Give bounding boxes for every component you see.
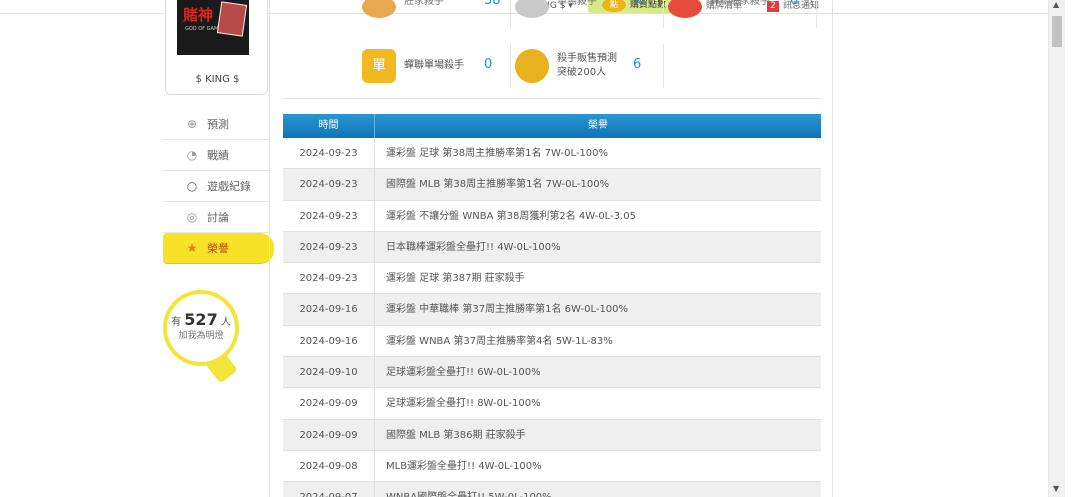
row-date: 2024-09-23 [283, 169, 375, 200]
row-date: 2024-09-23 [283, 263, 375, 294]
fans-suffix: 人 [220, 317, 231, 328]
award-grid: 莊家殺手 38 單場殺手 0 蟬聯莊家殺手 0 單 蟬聯單場殺手 0 殺手販售預… [358, 0, 818, 98]
award-streak-single-killer: 單 蟬聯單場殺手 0 [358, 44, 511, 88]
follow-bulb[interactable]: 有 527 人 加我為明燈 [163, 290, 239, 386]
sidebar-item-label: 預測 [207, 118, 229, 131]
award-label: 殺手販售預測 突破200人 [557, 53, 617, 78]
scroll-down-icon[interactable]: ▼ [1053, 484, 1059, 493]
crosshair-icon: ⊕ [186, 117, 198, 131]
sidebar-item-predict[interactable]: ⊕ 預測 [163, 109, 270, 140]
award-badge-icon [362, 0, 396, 18]
table-row: 2024-09-23 運彩盤 不讓分盤 WNBA 第38周獲利第2名 4W-0L-… [283, 200, 821, 232]
scrollbar-thumb[interactable] [1052, 16, 1062, 47]
table-row: 2024-09-23 運彩盤 足球 第387期 莊家殺手 [283, 263, 821, 295]
award-divider [283, 98, 821, 99]
table-row: 2024-09-23 日本職棒運彩盤全壘打!! 4W-0L-100% [283, 231, 821, 264]
sidebar-item-honor[interactable]: ★ 榮譽 [163, 233, 274, 264]
fans-count: 527 [184, 310, 218, 329]
award-label: 蟬聯莊家殺手 [710, 0, 770, 7]
table-row: 2024-09-09 國際盤 MLB 第386期 莊家殺手 [283, 419, 821, 451]
award-streak-banker-killer: 蟬聯莊家殺手 0 [664, 0, 817, 28]
row-date: 2024-09-10 [283, 357, 375, 388]
table-row: 2024-09-08 MLB運彩盤全壘打!! 4W-0L-100% [283, 450, 821, 483]
row-date: 2024-09-23 [283, 138, 375, 169]
chat-icon: ◔ [186, 148, 198, 162]
table-row: 2024-09-16 運彩盤 中華職棒 第37周主推勝率第1名 6W-0L-100… [283, 294, 821, 326]
award-badge-icon: 單 [362, 49, 396, 83]
award-banker-killer: 莊家殺手 38 [358, 0, 511, 28]
row-honor: 運彩盤 不讓分盤 WNBA 第38周獲利第2名 4W-0L-3.05 [386, 210, 636, 222]
award-value: 6 [633, 57, 642, 72]
award-badge-icon [515, 49, 549, 83]
sidebar-item-label: 討論 [207, 211, 229, 224]
award-label: 莊家殺手 [404, 0, 444, 7]
award-sales-killer: 殺手販售預測 突破200人 6 [511, 44, 664, 88]
avatar-title: 賭神 [183, 6, 214, 24]
award-label: 單場殺手 [557, 0, 597, 7]
table-row: 2024-09-07 WNBA國際盤全壘打!! 5W-0L-100% [283, 482, 821, 497]
award-badge-icon [668, 0, 702, 18]
sidebar: 賭神 GOD OF GAMBLERS $ KING $ ⊕ 預測 ◔ 戰績 ○ … [163, 0, 274, 497]
sidebar-item-label: 戰績 [207, 149, 229, 162]
award-badge-icon [515, 0, 549, 18]
row-honor: 足球運彩盤全壘打!! 8W-0L-100% [386, 398, 541, 410]
row-honor: 足球運彩盤全壘打!! 6W-0L-100% [386, 367, 541, 379]
sidebar-nav: ⊕ 預測 ◔ 戰績 ○ 遊戲紀錄 ◎ 討論 ★ 榮譽 [163, 109, 274, 264]
col-date-header: 時間 [283, 114, 375, 138]
table-row: 2024-09-23 運彩盤 足球 第38周主推勝率第1名 7W-0L-100% [283, 138, 821, 170]
award-label: 蟬聯單場殺手 [404, 60, 464, 71]
sidebar-item-game-log[interactable]: ○ 遊戲紀錄 [163, 171, 270, 202]
award-value: 0 [790, 0, 799, 8]
fans-count-line: 有 527 人 [163, 310, 239, 329]
row-date: 2024-09-08 [283, 450, 375, 482]
row-date: 2024-09-09 [283, 388, 375, 419]
username: $ KING $ [195, 74, 240, 85]
sidebar-item-record[interactable]: ◔ 戰績 [163, 140, 270, 171]
row-honor: MLB運彩盤全壘打!! 4W-0L-100% [386, 460, 542, 472]
sidebar-item-label: 遊戲紀錄 [207, 180, 251, 193]
medal-icon: ★ [186, 241, 198, 255]
row-honor: 國際盤 MLB 第38周主推勝率第1名 7W-0L-100% [386, 179, 610, 191]
sidebar-item-discuss[interactable]: ◎ 討論 [163, 202, 270, 233]
row-honor: 運彩盤 足球 第387期 莊家殺手 [386, 273, 525, 285]
circle-icon: ○ [186, 179, 198, 193]
row-honor: 運彩盤 中華職棒 第37周主推勝率第1名 6W-0L-100% [386, 304, 629, 316]
table-row: 2024-09-16 運彩盤 WNBA 第37周主推勝率第4名 5W-1L-83% [283, 325, 821, 358]
row-honor: 國際盤 MLB 第386期 莊家殺手 [386, 429, 526, 441]
row-date: 2024-09-07 [283, 482, 375, 497]
page-scrollbar[interactable]: ▲ ▼ [1048, 0, 1065, 497]
award-value: 0 [637, 0, 646, 8]
row-date: 2024-09-23 [283, 231, 375, 263]
table-row: 2024-09-09 足球運彩盤全壘打!! 8W-0L-100% [283, 388, 821, 420]
table-row: 2024-09-10 足球運彩盤全壘打!! 6W-0L-100% [283, 357, 821, 389]
profile-card: 賭神 GOD OF GAMBLERS $ KING $ [165, 0, 268, 95]
fans-prefix: 有 [171, 317, 182, 328]
award-value: 0 [484, 57, 493, 72]
award-value: 38 [484, 0, 501, 8]
row-date: 2024-09-16 [283, 325, 375, 357]
row-honor: 運彩盤 WNBA 第37周主推勝率第4名 5W-1L-83% [386, 335, 613, 347]
row-honor: 運彩盤 足球 第38周主推勝率第1名 7W-0L-100% [386, 148, 609, 159]
sidebar-divider [269, 0, 270, 497]
sidebar-item-label: 榮譽 [207, 242, 229, 255]
scroll-up-icon[interactable]: ▲ [1053, 0, 1059, 9]
row-honor: 日本職棒運彩盤全壘打!! 4W-0L-100% [386, 241, 561, 253]
fans-caption: 加我為明燈 [178, 331, 224, 341]
avatar[interactable]: 賭神 GOD OF GAMBLERS [177, 0, 249, 55]
award-single-killer: 單場殺手 0 [511, 0, 664, 28]
honor-table-body: 2024-09-23 運彩盤 足球 第38周主推勝率第1名 7W-0L-100% … [283, 138, 821, 497]
row-honor: WNBA國際盤全壘打!! 5W-0L-100% [386, 482, 552, 497]
honor-table-header: 時間 榮譽 [283, 114, 821, 138]
row-date: 2024-09-16 [283, 294, 375, 325]
row-date: 2024-09-23 [283, 200, 375, 231]
row-date: 2024-09-09 [283, 419, 375, 450]
col-honor-header: 榮譽 [588, 120, 608, 131]
content-right-border [832, 0, 833, 497]
discuss-icon: ◎ [186, 210, 198, 224]
table-row: 2024-09-23 國際盤 MLB 第38周主推勝率第1名 7W-0L-100% [283, 169, 821, 201]
cards-icon [216, 1, 248, 37]
